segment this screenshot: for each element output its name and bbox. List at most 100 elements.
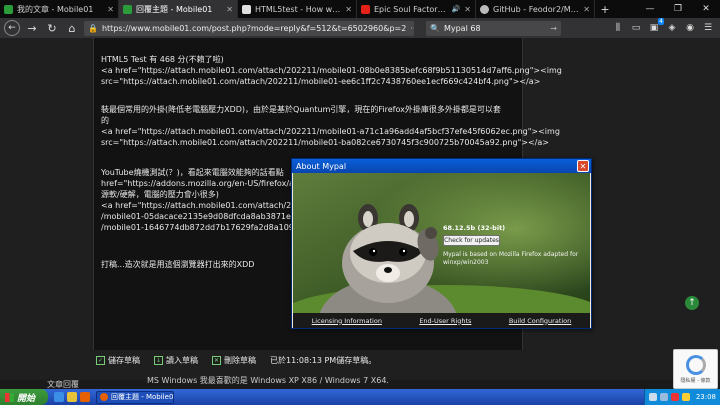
tab-title: Epic Soul Factory - Sigma ( (374, 4, 448, 14)
tab-1[interactable]: 我的文章 - Mobile01 ✕ (0, 0, 119, 18)
post-line: 打稿...造次就是用這個瀏覽器打出來的XDD (101, 260, 255, 269)
version-text: 68.12.5b (32-bit) (443, 224, 506, 232)
close-tab-icon[interactable]: ✕ (107, 5, 114, 14)
dialog-links: Licensing Information End-User Rights Bu… (293, 313, 590, 328)
tab-2[interactable]: 回覆主題 - Mobile01 ✕ (119, 0, 238, 18)
system-tray: 23:08 (643, 389, 720, 405)
menu-icon[interactable]: ☰ (700, 20, 716, 36)
url-text: https://www.mobile01.com/post.php?mode=r… (101, 23, 407, 33)
recaptcha-caption: 隱私權 - 條款 (680, 377, 711, 384)
tab-title: HTML5test - How well does yo (255, 4, 342, 14)
recaptcha-icon (685, 354, 706, 375)
licensing-link[interactable]: Licensing Information (312, 317, 382, 325)
forward-button[interactable]: → (24, 20, 40, 36)
windows-logo-icon (5, 392, 14, 402)
scroll-to-top-button[interactable]: ↑ (685, 296, 699, 310)
minimize-icon[interactable]: — (636, 0, 664, 18)
mobile01-favicon-icon (123, 4, 132, 14)
close-tab-icon[interactable]: ✕ (345, 5, 352, 14)
shield-icon[interactable]: ◈ (664, 20, 680, 36)
end-user-rights-link[interactable]: End-User Rights (419, 317, 471, 325)
window-controls: — ❐ ✕ (636, 0, 720, 18)
library-icon[interactable]: ⫼ (610, 20, 626, 36)
post-line: <a href="https://attach.mobile01.com/att… (101, 127, 560, 136)
start-label: 開始 (17, 393, 36, 404)
tab-5[interactable]: GitHub - Feodor2/Mypal68: w ✕ (476, 0, 595, 18)
start-button[interactable]: 開始 (0, 389, 48, 405)
post-line: src="https://attach.mobile01.com/attach/… (101, 138, 549, 147)
build-configuration-link[interactable]: Build Configuration (509, 317, 571, 325)
load-icon: ↓ (154, 355, 163, 365)
draft-status: 已於11:08:13 PM儲存草稿。 (270, 355, 377, 365)
page-actions-icon[interactable]: ··· (410, 24, 414, 33)
volume-icon[interactable] (659, 393, 668, 401)
close-tab-icon[interactable]: ✕ (583, 5, 590, 14)
search-bar[interactable]: 🔍 Mypal 68 → (426, 20, 561, 36)
close-dialog-button[interactable]: ✕ (577, 160, 589, 172)
delete-icon: ✕ (212, 355, 221, 365)
based-on-text: Mypal is based on Mozilla Firefox adapte… (443, 251, 579, 266)
quick-launch (54, 392, 90, 402)
search-icon: 🔍 (430, 23, 440, 33)
html5test-favicon-icon (242, 4, 251, 14)
reload-button[interactable]: ↻ (44, 20, 60, 36)
task-label: 回覆主題 - Mobile01 ... (111, 393, 174, 401)
draft-actions: ✓ 儲存草稿 ↓ 讀入草稿 ✕ 刪除草稿 已於11:08:13 PM儲存草稿。 (93, 351, 523, 369)
raccoon-image: 68.12.5b (32-bit) Check for updates Mypa… (293, 173, 590, 313)
load-draft-button[interactable]: ↓ 讀入草稿 (154, 355, 198, 366)
delete-draft-label: 刪除草稿 (224, 355, 256, 365)
post-line: href="https://addons.mozilla.org/en-US/f… (101, 179, 317, 188)
network-icon[interactable] (648, 393, 657, 401)
tab-title: 我的文章 - Mobile01 (17, 4, 94, 14)
dialog-title: About Mypal (292, 159, 591, 173)
toolbar-icons: ⫼ ▭ ▣ 4 ◈ ◉ ☰ (610, 18, 716, 36)
save-draft-button[interactable]: ✓ 儲存草稿 (96, 355, 140, 366)
recaptcha-badge[interactable]: 隱私權 - 條款 (673, 349, 718, 389)
speaker-icon[interactable]: 🔊 (452, 5, 461, 13)
save-draft-label: 儲存草稿 (108, 355, 140, 365)
post-line: HTML5 Test 有 468 分(不賴了啦) (101, 55, 224, 64)
load-draft-label: 讀入草稿 (166, 355, 198, 365)
home-button[interactable]: ⌂ (64, 20, 80, 36)
maximize-icon[interactable]: ❐ (664, 0, 692, 18)
post-line: 裝最個常用的外掛(降低老電腦壓力XDD)，由於是基於Quantum引擎，現在的F… (101, 105, 501, 114)
url-bar[interactable]: 🔒 https://www.mobile01.com/post.php?mode… (84, 20, 414, 36)
lock-icon: 🔒 (88, 23, 98, 33)
delete-draft-button[interactable]: ✕ 刪除草稿 (212, 355, 256, 366)
addon-badge-icon[interactable]: ▣ 4 (646, 18, 664, 36)
close-tab-icon[interactable]: ✕ (226, 5, 233, 14)
os-line: MS Windows 我最喜歡的是 Windows XP X86 / Windo… (147, 376, 389, 385)
extension-icon[interactable]: ◉ (682, 20, 698, 36)
about-dialog: About Mypal ✕ 68.12.5b (32-bit) Check fo… (291, 158, 592, 329)
github-favicon-icon (480, 4, 489, 14)
post-line: 源軟/硬解，電腦的壓力會小很多) (101, 190, 219, 199)
close-tab-icon[interactable]: ✕ (464, 5, 471, 14)
youtube-favicon-icon (361, 4, 370, 14)
tab-strip: 我的文章 - Mobile01 ✕ 回覆主題 - Mobile01 ✕ HTML… (0, 0, 720, 18)
post-line: 的 (101, 116, 109, 125)
mypal-icon (100, 393, 108, 401)
tab-3[interactable]: HTML5test - How well does yo ✕ (238, 0, 357, 18)
security-icon[interactable] (670, 393, 679, 401)
taskbar-task-mypal[interactable]: 回覆主題 - Mobile01 ... (96, 390, 174, 404)
raccoon-illustration (293, 173, 590, 313)
taskbar: 開始 回覆主題 - Mobile01 ... 23:08 (0, 389, 720, 405)
close-window-icon[interactable]: ✕ (692, 0, 720, 18)
desktop-icon[interactable] (67, 392, 77, 402)
search-go-icon[interactable]: → (550, 24, 557, 33)
update-icon[interactable] (681, 393, 690, 401)
tab-4[interactable]: Epic Soul Factory - Sigma ( 🔊 ✕ (357, 0, 476, 18)
post-line: YouTube燒機測試(？)，看起來電腦效能夠的話看點 (101, 168, 284, 177)
check-updates-button[interactable]: Check for updates (443, 235, 500, 246)
navigation-bar: ← → ↻ ⌂ 🔒 https://www.mobile01.com/post.… (0, 18, 720, 38)
new-tab-button[interactable]: + (595, 0, 615, 18)
search-text: Mypal 68 (443, 23, 481, 33)
back-button[interactable]: ← (4, 20, 20, 36)
post-line: src="https://attach.mobile01.com/attach/… (101, 77, 541, 86)
sidebar-icon[interactable]: ▭ (628, 20, 644, 36)
save-icon: ✓ (96, 355, 105, 365)
post-line: /mobile01-05dacace2135e9d08dfcda8ab3871e… (101, 212, 309, 221)
browser-icon[interactable] (80, 392, 90, 402)
ie-icon[interactable] (54, 392, 64, 402)
tab-title: 回覆主題 - Mobile01 (136, 4, 213, 14)
